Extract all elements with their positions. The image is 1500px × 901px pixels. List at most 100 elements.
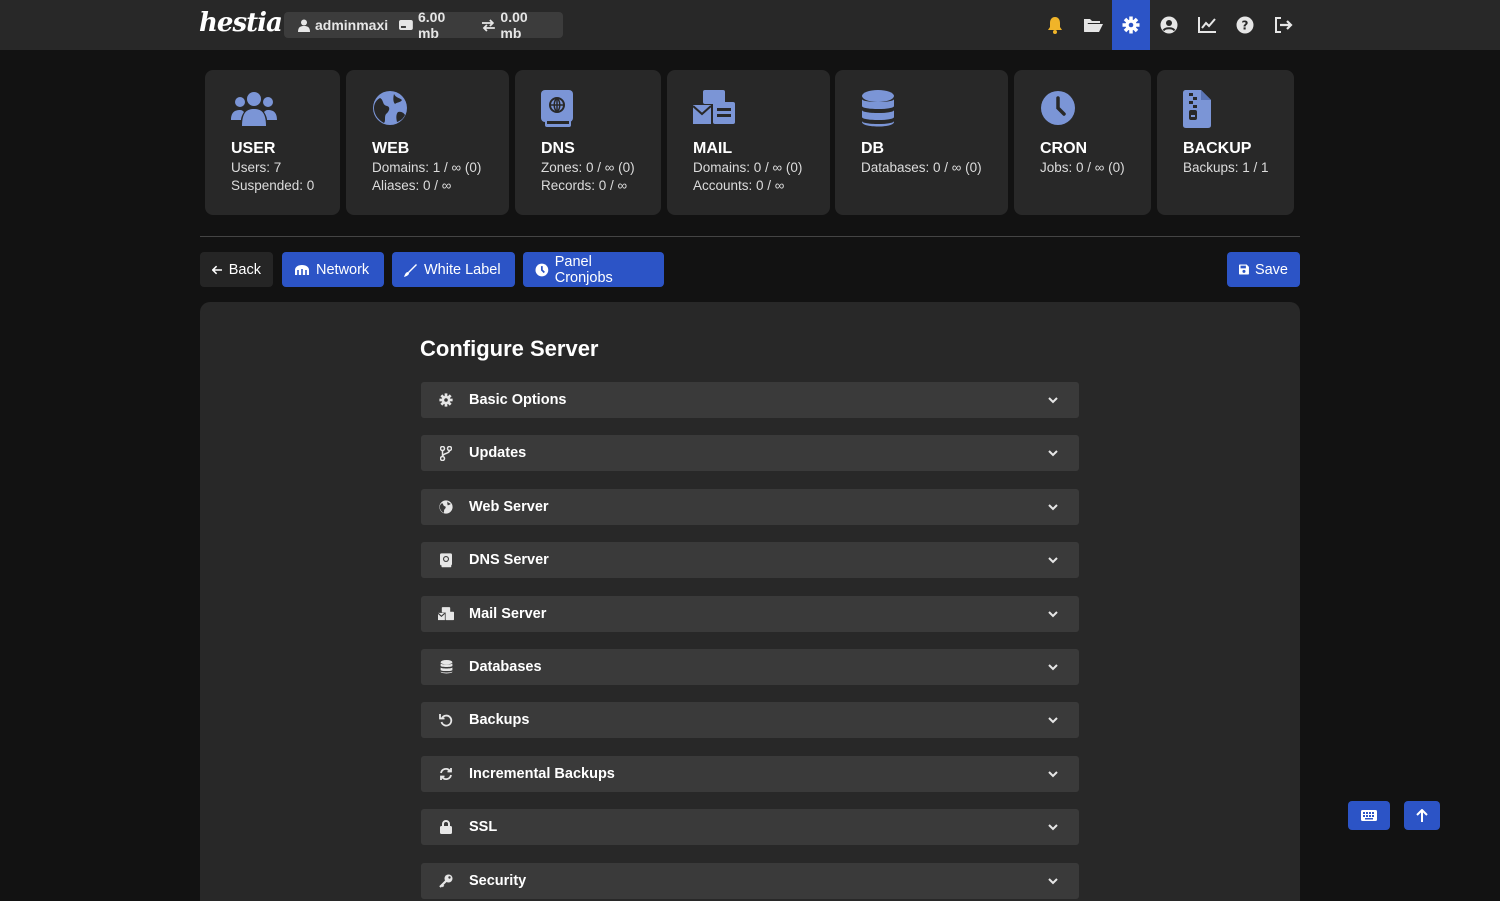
chevron-down-icon	[1048, 611, 1058, 618]
code-branch-icon	[440, 445, 452, 461]
stat-line: Domains: 0 / ∞ (0)	[693, 160, 803, 175]
section-label: DNS Server	[469, 552, 549, 568]
stat-line: Zones: 0 / ∞ (0)	[541, 160, 635, 175]
bell-icon	[1048, 17, 1062, 34]
dns-book-icon	[440, 552, 452, 567]
stat-card-web[interactable]: WEB Domains: 1 / ∞ (0) Aliases: 0 / ∞	[346, 70, 509, 215]
folder-icon	[1084, 19, 1103, 32]
logout-icon	[1274, 17, 1293, 33]
stat-card-dns[interactable]: DNS Zones: 0 / ∞ (0) Records: 0 / ∞	[515, 70, 661, 215]
hestia-logo[interactable]: hestia	[199, 8, 283, 38]
keyboard-icon	[1361, 810, 1377, 821]
section-basic-options[interactable]: Basic Options	[421, 382, 1079, 418]
network-label: Network	[316, 261, 370, 278]
users-icon	[231, 92, 277, 126]
stat-card-db[interactable]: DB Databases: 0 / ∞ (0)	[835, 70, 1008, 215]
section-updates[interactable]: Updates	[421, 435, 1079, 471]
section-mail-server[interactable]: Mail Server	[421, 596, 1079, 632]
save-label: Save	[1254, 261, 1288, 278]
chart-icon	[1198, 17, 1216, 33]
section-security[interactable]: Security	[421, 863, 1079, 899]
section-label: Mail Server	[469, 606, 547, 622]
disk-usage: 6.00 mb	[417, 9, 446, 41]
chevron-down-icon	[1048, 771, 1058, 778]
divider	[200, 236, 1300, 237]
stat-line: Accounts: 0 / ∞	[693, 178, 785, 193]
section-ssl[interactable]: SSL	[421, 809, 1079, 845]
section-label: Incremental Backups	[469, 766, 615, 782]
network-button[interactable]: Network	[282, 252, 384, 287]
logout-button[interactable]	[1264, 0, 1302, 50]
key-icon	[439, 874, 453, 888]
user-segment[interactable]: adminmaxi	[298, 17, 388, 33]
database-icon	[862, 90, 894, 127]
stat-card-backup[interactable]: BACKUP Backups: 1 / 1	[1157, 70, 1294, 215]
username: adminmaxi	[315, 17, 389, 33]
gear-icon	[1122, 16, 1140, 34]
bandwidth-segment: 0.00 mb	[481, 9, 552, 41]
stat-line: Records: 0 / ∞	[541, 178, 628, 193]
lock-icon	[440, 820, 452, 834]
section-label: Updates	[469, 445, 527, 461]
stat-title: USER	[231, 140, 276, 157]
hard-drive-icon	[399, 20, 413, 30]
page-title: Configure Server	[420, 336, 599, 361]
keyboard-shortcuts-button[interactable]	[1348, 801, 1390, 830]
mail-bulk-icon	[692, 90, 735, 124]
panel-cronjobs-button[interactable]: Panel Cronjobs	[523, 252, 664, 287]
file-zipper-icon	[1183, 90, 1211, 128]
stat-line: Jobs: 0 / ∞ (0)	[1040, 160, 1125, 175]
chevron-down-icon	[1048, 824, 1058, 831]
white-label-label: White Label	[424, 261, 501, 278]
stat-title: DNS	[541, 140, 575, 157]
database-icon	[440, 660, 452, 674]
help-button[interactable]: ?	[1226, 0, 1264, 50]
paintbrush-icon	[404, 263, 417, 277]
arrows-rotate-icon	[440, 768, 452, 780]
chevron-down-icon	[1048, 664, 1058, 671]
top-bar: hestia adminmaxi 6.00 mb 0.00 mb ?	[0, 0, 1500, 50]
clock-icon	[535, 263, 549, 276]
mail-bulk-icon	[438, 607, 454, 621]
section-dns-server[interactable]: DNS Server	[421, 542, 1079, 578]
stat-title: MAIL	[693, 140, 733, 157]
arrow-up-icon	[1416, 808, 1428, 822]
help-icon: ?	[1236, 16, 1254, 34]
section-label: Basic Options	[469, 392, 567, 408]
section-backups[interactable]: Backups	[421, 702, 1079, 738]
back-label: Back	[228, 261, 261, 278]
stat-line: Users: 7	[231, 160, 282, 175]
server-settings-button[interactable]	[1112, 0, 1150, 50]
dns-book-icon	[541, 90, 573, 127]
back-button[interactable]: Back	[200, 252, 273, 287]
account-button[interactable]	[1150, 0, 1188, 50]
section-incremental-backups[interactable]: Incremental Backups	[421, 756, 1079, 792]
stat-title: DB	[861, 140, 885, 157]
file-manager-button[interactable]	[1074, 0, 1112, 50]
stat-line: Databases: 0 / ∞ (0)	[861, 160, 982, 175]
chevron-down-icon	[1048, 397, 1058, 404]
section-databases[interactable]: Databases	[421, 649, 1079, 685]
statistics-button[interactable]	[1188, 0, 1226, 50]
stat-line: Backups: 1 / 1	[1183, 160, 1269, 175]
save-button[interactable]: Save	[1227, 252, 1300, 287]
bandwidth-usage: 0.00 mb	[500, 9, 528, 41]
stat-card-user[interactable]: USER Users: 7 Suspended: 0	[205, 70, 340, 215]
section-web-server[interactable]: Web Server	[421, 489, 1079, 525]
network-wired-icon	[295, 264, 309, 275]
rotate-left-icon	[439, 714, 453, 727]
notifications-button[interactable]	[1036, 0, 1074, 50]
stat-card-cron[interactable]: CRON Jobs: 0 / ∞ (0)	[1014, 70, 1151, 215]
chevron-down-icon	[1048, 504, 1058, 511]
user-summary: adminmaxi 6.00 mb 0.00 mb	[284, 9, 563, 41]
user-circle-icon	[1160, 16, 1178, 34]
scroll-to-top-button[interactable]	[1404, 801, 1440, 830]
clock-icon	[1041, 91, 1075, 125]
arrows-exchange-icon	[481, 18, 495, 32]
svg-text:?: ?	[1242, 19, 1249, 33]
stat-card-mail[interactable]: MAIL Domains: 0 / ∞ (0) Accounts: 0 / ∞	[667, 70, 830, 215]
arrow-left-icon	[212, 265, 222, 274]
white-label-button[interactable]: White Label	[392, 252, 515, 287]
section-label: Databases	[469, 659, 542, 675]
chevron-down-icon	[1048, 717, 1058, 724]
